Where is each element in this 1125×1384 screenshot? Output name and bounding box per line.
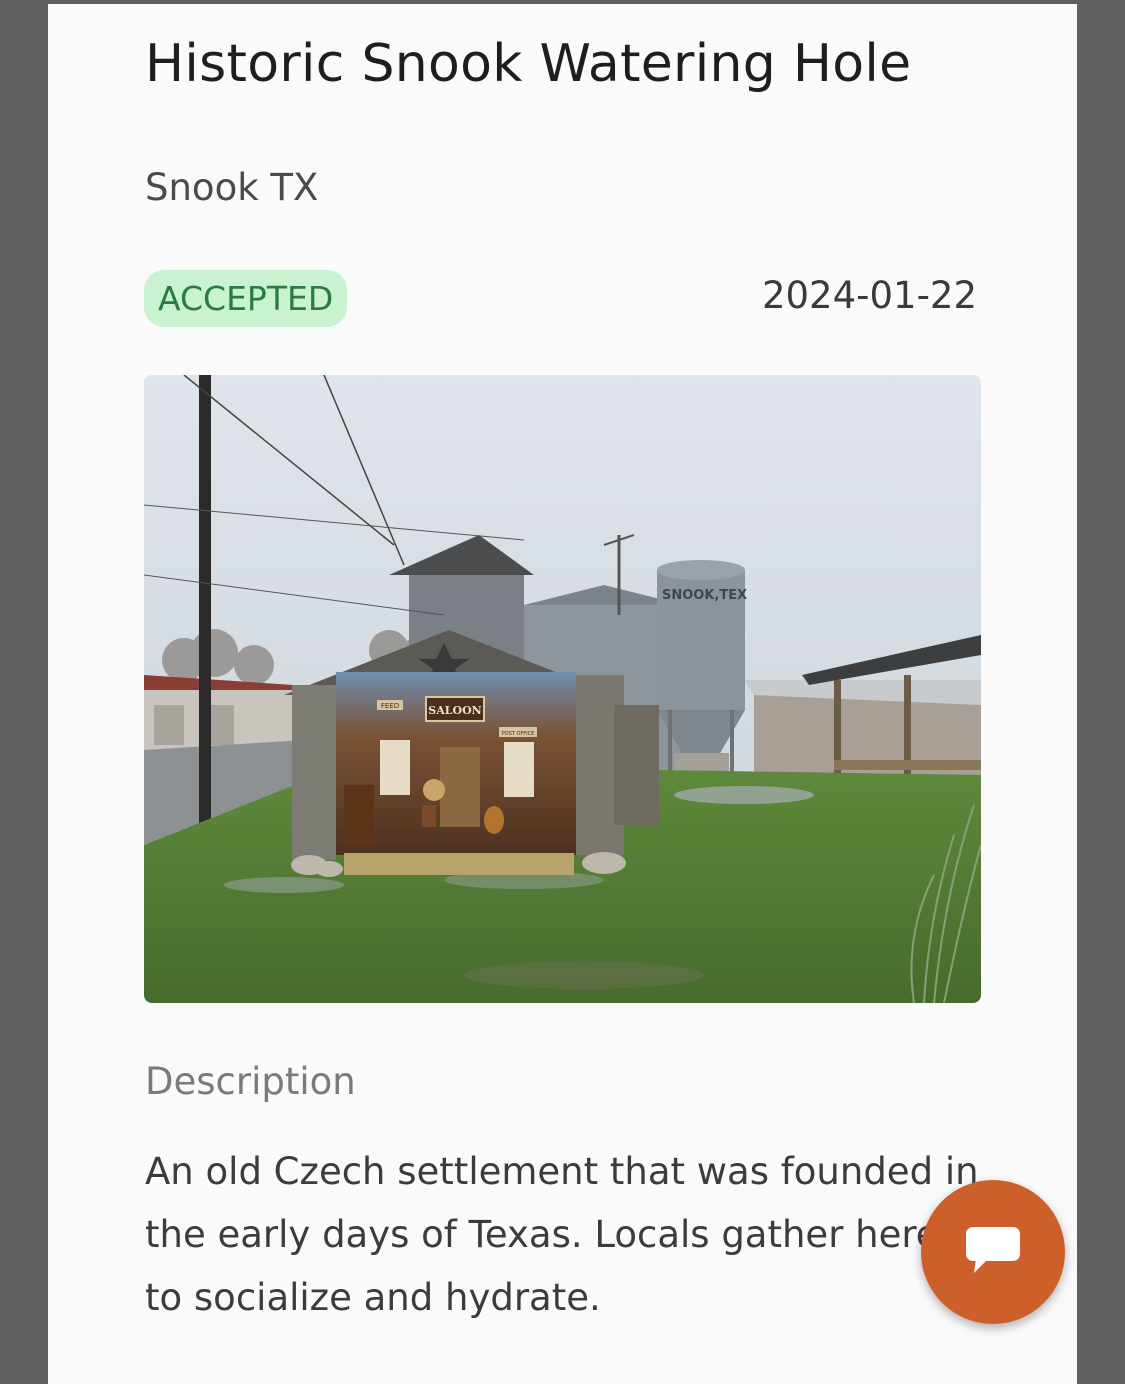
svg-text:SALOON: SALOON	[428, 704, 481, 717]
chat-bubble-icon	[964, 1225, 1022, 1279]
description-text: An old Czech settlement that was founded…	[145, 1150, 979, 1319]
chat-button[interactable]	[921, 1180, 1065, 1324]
svg-text:SNOOK,TEX: SNOOK,TEX	[662, 588, 747, 603]
listing-date: 2024-01-22	[761, 274, 977, 317]
listing-location: Snook TX	[145, 166, 319, 209]
listing-title: Historic Snook Watering Hole	[145, 34, 912, 94]
svg-text:FEED: FEED	[381, 702, 399, 710]
svg-text:POST OFFICE: POST OFFICE	[502, 731, 535, 737]
description-label: Description	[145, 1060, 356, 1103]
status-badge: ACCEPTED	[144, 270, 348, 327]
listing-photo: SNOOK,TEX SALOON FEED POST OFFICE	[144, 375, 981, 1003]
listing-card: Historic Snook Watering Hole Snook TX AC…	[48, 4, 1077, 1384]
